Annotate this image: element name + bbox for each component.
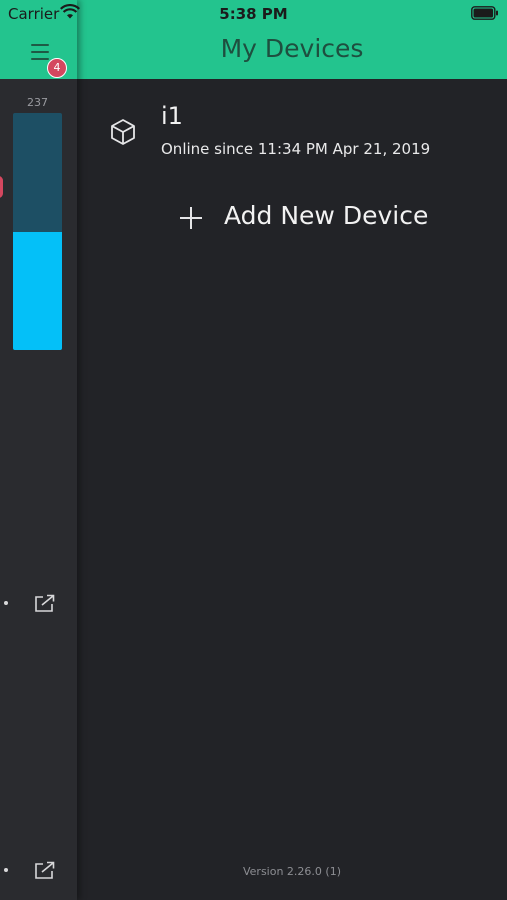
gauge-fill [13,231,62,350]
cube-icon [111,119,135,145]
device-status: Online since 11:34 PM Apr 21, 2019 [161,140,431,158]
notification-badge: 4 [47,58,67,78]
widget-dot [4,601,8,605]
device-name: i1 [161,102,183,130]
status-bar: Carrier 5:38 PM [0,0,507,28]
battery-icon [471,6,498,20]
hamburger-menu-icon[interactable] [31,44,49,60]
open-link-icon[interactable] [35,594,55,612]
widget-dot [4,868,8,872]
red-indicator [0,176,3,198]
status-time: 5:38 PM [219,5,288,23]
add-new-device-label: Add New Device [224,201,429,230]
plus-icon [180,207,202,229]
app-version: Version 2.26.0 (1) [242,865,341,878]
device-list-item[interactable]: i1 Online since 11:34 PM Apr 21, 2019 [95,100,495,170]
level-gauge [13,113,62,350]
open-link-icon[interactable] [35,861,55,879]
add-new-device-button[interactable]: Add New Device [178,198,458,238]
page-title: My Devices [220,34,364,63]
dashboard-drawer: 4 237 [0,0,77,900]
gauge-value-label: 237 [27,96,48,109]
